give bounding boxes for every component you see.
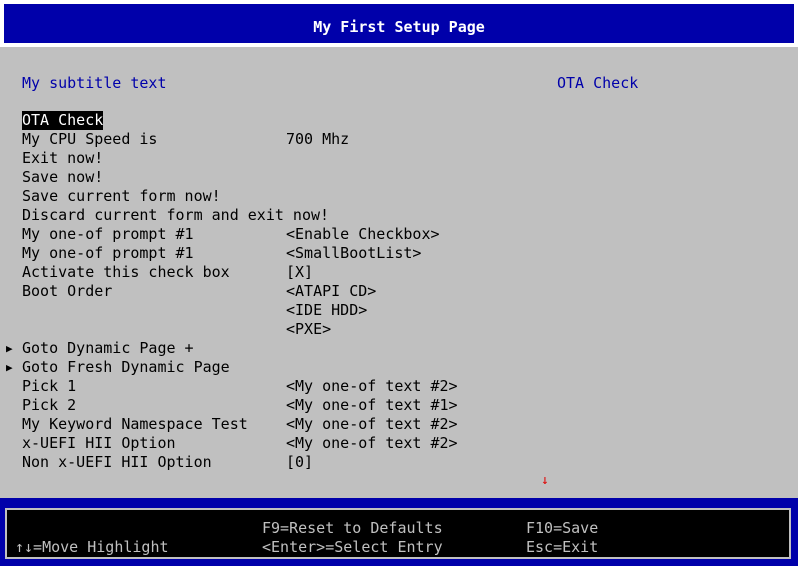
exit-hint: Esc=Exit — [526, 538, 599, 556]
title-bar: My First Setup Page — [0, 0, 798, 47]
form-row[interactable]: ▶ Goto Fresh Dynamic Page — [0, 358, 798, 377]
form-row-label: Boot Order — [22, 282, 113, 300]
form-row-label: Activate this check box — [22, 263, 230, 281]
form-subtitle: My subtitle text — [22, 74, 167, 92]
form-row[interactable]: My CPU Speed is 700 Mhz — [0, 130, 798, 149]
submenu-arrow-icon: ▶ — [6, 342, 13, 355]
page-title: My First Setup Page — [313, 18, 485, 36]
form-row-value[interactable]: 700 Mhz — [286, 130, 349, 149]
form-row[interactable]: <IDE HDD> — [0, 301, 798, 320]
form-row-value[interactable]: <Enable Checkbox> — [286, 225, 440, 244]
form-row-value[interactable]: <SmallBootList> — [286, 244, 421, 263]
key-help-bar: ↑↓=Move Highlight F9=Reset to Defaults <… — [0, 498, 798, 566]
form-row[interactable]: Non x-UEFI HII Option [0] — [0, 453, 798, 472]
form-row-label: Goto Fresh Dynamic Page — [22, 358, 230, 376]
form-row-value[interactable]: <ATAPI CD> — [286, 282, 376, 301]
form-row-label: My one-of prompt #1 — [22, 225, 194, 243]
form-row-label: Discard current form and exit now! — [22, 206, 330, 224]
form-row[interactable]: My one-of prompt #1 <Enable Checkbox> — [0, 225, 798, 244]
form-row-value[interactable]: <IDE HDD> — [286, 301, 367, 320]
form-row-value[interactable]: <My one-of text #2> — [286, 415, 458, 434]
form-row-label: Save now! — [22, 168, 104, 186]
save-hint: F10=Save — [526, 519, 599, 537]
form-row-label: Non x-UEFI HII Option — [22, 453, 212, 471]
form-row-label: OTA Check — [22, 111, 104, 130]
form-row[interactable]: Boot Order <ATAPI CD> — [0, 282, 798, 301]
select-entry-hint: <Enter>=Select Entry — [262, 538, 443, 556]
form-row[interactable]: Save current form now! — [0, 187, 798, 206]
form-row-value[interactable]: [X] — [286, 263, 313, 282]
form-row-value[interactable]: <PXE> — [286, 320, 331, 339]
form-row[interactable]: <PXE> — [0, 320, 798, 339]
scroll-down-indicator-icon: ↓ — [541, 473, 549, 488]
submenu-arrow-icon: ▶ — [6, 361, 13, 374]
form-row[interactable]: Exit now! — [0, 149, 798, 168]
reset-defaults-hint: F9=Reset to Defaults — [262, 519, 443, 537]
form-area: My subtitle text OTA Check OTA Check My C… — [0, 47, 798, 498]
form-row[interactable]: Activate this check box [X] — [0, 263, 798, 282]
form-row[interactable]: Save now! — [0, 168, 798, 187]
form-row-value[interactable]: <My one-of text #1> — [286, 396, 458, 415]
form-row-value[interactable]: <My one-of text #2> — [286, 434, 458, 453]
form-row-label: Exit now! — [22, 149, 104, 167]
form-row[interactable]: Pick 2 <My one-of text #1> — [0, 396, 798, 415]
key-help-frame: ↑↓=Move Highlight F9=Reset to Defaults <… — [5, 508, 791, 559]
form-row[interactable]: My one-of prompt #1 <SmallBootList> — [0, 244, 798, 263]
form-row[interactable]: ▶ Goto Dynamic Page + — [0, 339, 798, 358]
form-row-label: My one-of prompt #1 — [22, 244, 194, 262]
form-row-label: My Keyword Namespace Test — [22, 415, 248, 433]
title-bar-frame: My First Setup Page — [2, 2, 796, 45]
form-row[interactable]: x-UEFI HII Option <My one-of text #2> — [0, 434, 798, 453]
form-row[interactable]: Discard current form and exit now! — [0, 206, 798, 225]
form-row-label: Save current form now! — [22, 187, 221, 205]
form-row[interactable]: Pick 1 <My one-of text #2> — [0, 377, 798, 396]
form-row[interactable]: OTA Check — [0, 111, 798, 130]
form-row-label: Goto Dynamic Page + — [22, 339, 194, 357]
form-row-label: My CPU Speed is — [22, 130, 158, 148]
form-row[interactable]: My Keyword Namespace Test <My one-of text… — [0, 415, 798, 434]
form-row-label: x-UEFI HII Option — [22, 434, 176, 452]
help-text: OTA Check — [557, 74, 639, 92]
form-row-label: Pick 2 — [22, 396, 77, 414]
form-row-label: Pick 1 — [22, 377, 77, 395]
form-row-value[interactable]: [0] — [286, 453, 313, 472]
form-row-value[interactable]: <My one-of text #2> — [286, 377, 458, 396]
move-highlight-hint: ↑↓=Move Highlight — [15, 538, 169, 556]
